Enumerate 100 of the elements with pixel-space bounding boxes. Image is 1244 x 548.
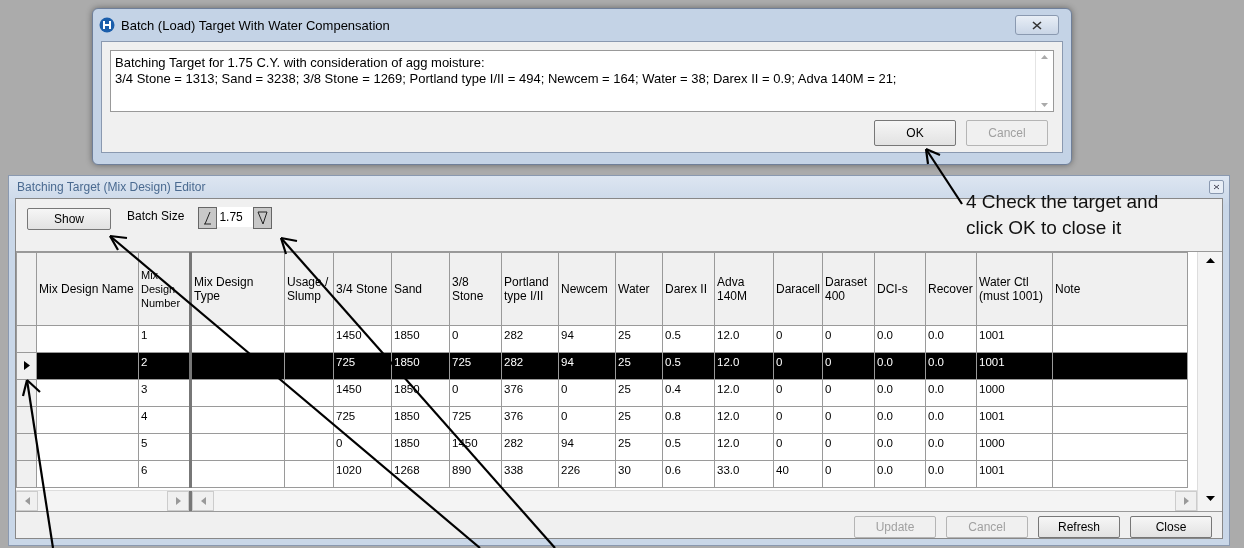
table-cell: 0 [333,433,392,461]
table-cell: 0.6 [662,460,715,488]
column-header[interactable]: Darex II [662,252,715,326]
table-cell: 1001 [976,406,1053,434]
table-cell: 0.0 [874,379,926,407]
table-cell: 0.0 [874,460,926,488]
column-header[interactable]: Usage / Slump [284,252,334,326]
close-button[interactable] [1209,180,1224,194]
column-header[interactable]: 3/8 Stone [449,252,502,326]
funnel-icon [257,211,269,225]
batch-size-field[interactable]: 1.75 [217,207,254,227]
table-cell: 0.0 [874,325,926,353]
scroll-left-icon[interactable] [200,497,206,505]
close-icon [1032,20,1042,30]
table-cell: 1850 [391,406,450,434]
column-header[interactable]: 3/4 Stone [333,252,392,326]
table-cell: 0.4 [662,379,715,407]
close-icon [1213,184,1220,190]
table-cell: 0.0 [925,325,977,353]
slash-icon [203,211,213,225]
column-header[interactable]: Daracell [773,252,823,326]
table-cell: 0.5 [662,325,715,353]
scroll-down-icon[interactable] [1205,496,1215,501]
table-cell: 3 [138,379,191,407]
column-header[interactable]: Water [615,252,663,326]
table-cell: 0 [558,406,616,434]
column-header[interactable]: Note [1052,252,1188,326]
table-cell: 0 [822,406,875,434]
increase-button[interactable] [253,207,273,229]
table-cell: 1450 [333,379,392,407]
app-logo-icon [99,17,115,33]
column-header[interactable]: Daraset 400 [822,252,875,326]
message-text: Batching Target for 1.75 C.Y. with consideration of agg moisture: [115,55,486,71]
batch-size-label: Batch Size [127,209,185,223]
table-cell: 12.0 [714,406,774,434]
table-cell: 376 [501,406,559,434]
column-header[interactable]: Water Ctl (must 1001) [976,252,1053,326]
scroll-left-icon[interactable] [24,497,30,505]
refresh-button[interactable]: Refresh [1038,516,1120,538]
column-header[interactable]: Mix Design Type [190,252,285,326]
table-cell: 0 [822,379,875,407]
table-cell: 25 [615,325,663,353]
table-cell: 0 [449,325,502,353]
table-cell: 94 [558,325,616,353]
table-cell: 1020 [333,460,392,488]
dialog-title: Batch (Load) Target With Water Compensation [121,17,390,33]
column-header[interactable]: Mix Design Name [36,252,139,326]
table-cell: 25 [615,379,663,407]
vertical-scrollbar[interactable] [1197,252,1222,511]
scroll-right-icon[interactable] [1183,497,1189,505]
column-header[interactable]: Newcem [558,252,616,326]
table-cell: 4 [138,406,191,434]
table-cell: 0 [773,379,823,407]
close-button[interactable]: Close [1130,516,1212,538]
table-cell: 282 [501,325,559,353]
table-cell: 25 [615,433,663,461]
ok-button[interactable]: OK [874,120,956,146]
column-header[interactable]: Recover [925,252,977,326]
table-cell: 33.0 [714,460,774,488]
table-cell: 0 [822,325,875,353]
column-header[interactable]: DCI-s [874,252,926,326]
table-cell: 376 [501,379,559,407]
table-cell: 338 [501,460,559,488]
table-cell: 30 [615,460,663,488]
show-button[interactable]: Show [27,208,111,230]
table-cell: 1850 [391,325,450,353]
table-cell: 0.0 [874,406,926,434]
table-cell: 1000 [976,379,1053,407]
table-cell: 282 [501,433,559,461]
current-row-icon [23,361,30,370]
table-cell: 0 [822,433,875,461]
column-header[interactable]: Adva 140M [714,252,774,326]
table-cell: 0 [773,325,823,353]
table-cell: 1850 [391,433,450,461]
table-cell: 94 [558,433,616,461]
column-header[interactable]: Portland type I/II [501,252,559,326]
table-cell: 0 [449,379,502,407]
decrease-button[interactable] [198,207,218,229]
horizontal-scrollbar[interactable] [16,491,192,511]
scroll-up-icon[interactable] [1205,258,1215,263]
message-text: 3/4 Stone = 1313; Sand = 3238; 3/8 Stone = 1269; Portland type I/II = 494; Newcem = 164; Water = 38; Darex II = 0.9; Adva 140M = 21; [115,71,898,87]
table-cell: 725 [333,406,392,434]
table-cell: 1268 [391,460,450,488]
table-cell: 0.0 [925,406,977,434]
column-header[interactable]: Sand [391,252,450,326]
close-button[interactable] [1015,15,1059,35]
table-cell: 0.0 [925,433,977,461]
table-cell: 12.0 [714,325,774,353]
horizontal-scrollbar[interactable] [192,491,1197,511]
table-cell: 6 [138,460,191,488]
table-cell: 40 [773,460,823,488]
table-cell: 725 [449,406,502,434]
table-cell: 12.0 [714,433,774,461]
scroll-right-icon[interactable] [175,497,181,505]
table-cell: 1450 [333,325,392,353]
table-cell: 0 [558,379,616,407]
annotation-text: click OK to close it [966,216,1123,240]
table-cell: 25 [615,406,663,434]
table-cell: 0.0 [925,460,977,488]
table-cell: 5 [138,433,191,461]
